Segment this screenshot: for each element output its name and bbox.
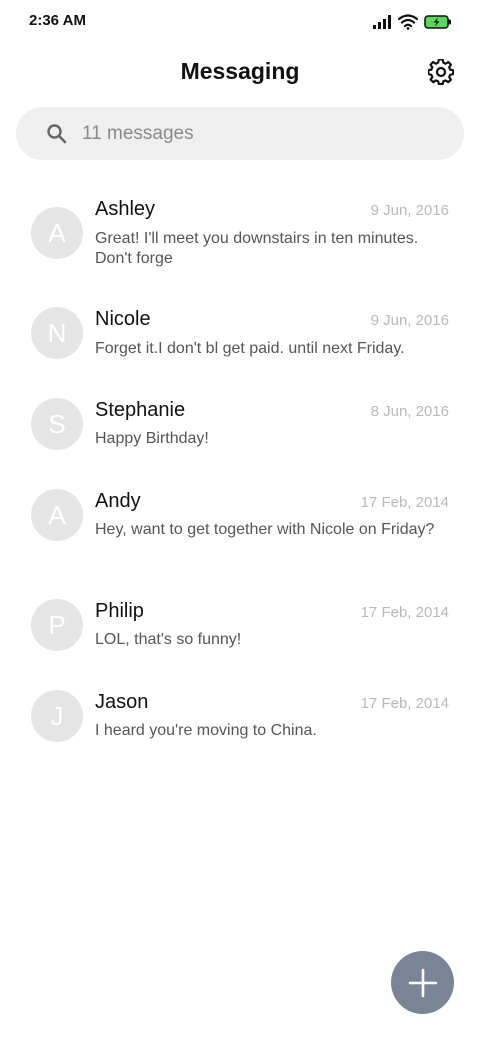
message-date: 17 Feb, 2014	[360, 494, 449, 511]
status-icons	[372, 12, 452, 32]
message-date: 9 Jun, 2016	[370, 312, 449, 329]
search-icon	[47, 124, 67, 144]
contact-name: Philip	[95, 600, 144, 622]
contact-name: Jason	[95, 691, 149, 713]
message-snippet: LOL, that's so funny!	[95, 631, 242, 648]
contact-name: Stephanie	[95, 399, 186, 421]
conversation-item[interactable]: N Nicole 9 Jun, 2016 Forget it.I don't b…	[0, 290, 480, 380]
avatar: J	[31, 690, 83, 742]
search-input[interactable]	[82, 115, 442, 152]
conversation-item[interactable]: P Philip 17 Feb, 2014 LOL, that's so fun…	[0, 581, 480, 672]
avatar: A	[31, 207, 83, 259]
battery-charging-icon	[424, 15, 451, 29]
conversation-list: A Ashley 9 Jun, 2016 Great! I'll meet yo…	[0, 180, 480, 763]
wifi-icon	[398, 14, 418, 30]
conversation-item[interactable]: S Stephanie 8 Jun, 2016 Happy Birthday!	[0, 380, 480, 471]
settings-button[interactable]	[426, 57, 456, 87]
message-snippet: Forget it.I don't bl get paid. until nex…	[95, 340, 405, 357]
page-title: Messaging	[180, 58, 300, 84]
message-date: 8 Jun, 2016	[370, 403, 449, 420]
message-snippet: Hey, want to get together with Nicole on…	[95, 521, 435, 538]
message-snippet: Happy Birthday!	[95, 430, 209, 447]
status-bar: 2:36 AM	[0, 0, 480, 44]
contact-name: Nicole	[95, 308, 151, 330]
avatar: P	[31, 599, 83, 651]
search-bar	[16, 107, 464, 160]
message-date: 9 Jun, 2016	[370, 202, 449, 219]
avatar: A	[31, 489, 83, 541]
plus-icon	[408, 968, 437, 997]
new-message-button[interactable]	[391, 951, 454, 1014]
avatar: S	[31, 398, 83, 450]
message-date: 17 Feb, 2014	[360, 604, 449, 621]
message-snippet: Great! I'll meet you downstairs in ten m…	[95, 230, 419, 267]
status-time: 2:36 AM	[29, 12, 86, 29]
contact-name: Andy	[95, 490, 141, 512]
message-snippet: I heard you're moving to China.	[95, 722, 317, 739]
header: Messaging	[0, 52, 480, 92]
conversation-item[interactable]: J Jason 17 Feb, 2014 I heard you're movi…	[0, 672, 480, 763]
contact-name: Ashley	[95, 198, 156, 220]
gear-icon	[428, 59, 454, 85]
conversation-item[interactable]: A Andy 17 Feb, 2014 Hey, want to get tog…	[0, 471, 480, 581]
signal-icon	[373, 15, 391, 29]
message-date: 17 Feb, 2014	[360, 695, 449, 712]
conversation-item[interactable]: A Ashley 9 Jun, 2016 Great! I'll meet yo…	[0, 180, 480, 290]
avatar: N	[31, 307, 83, 359]
